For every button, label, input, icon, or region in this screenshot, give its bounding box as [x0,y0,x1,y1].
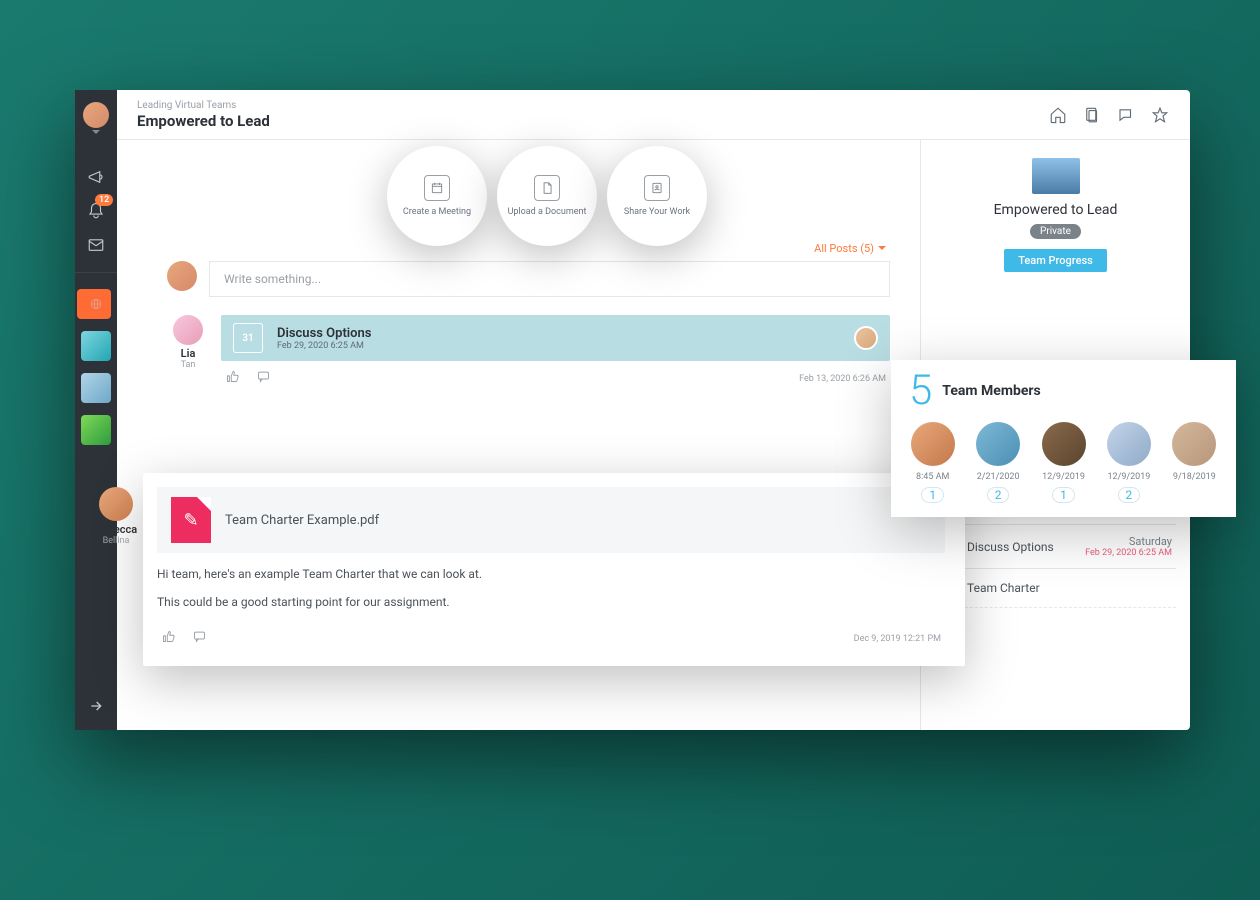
team-name: Empowered to Lead [935,202,1176,218]
todo-item[interactable]: Discuss Options SaturdayFeb 29, 2020 6:2… [935,524,1176,568]
comment-button[interactable] [256,369,271,388]
like-button[interactable] [225,369,240,388]
breadcrumb: Leading Virtual Teams [137,100,270,111]
content-row: Create a Meeting Upload a Document Share… [117,140,1190,730]
like-button[interactable] [161,629,176,648]
expand-rail-icon[interactable] [88,686,104,730]
workspace-thumb-3[interactable] [81,373,111,403]
workspace-thumb-4[interactable] [81,415,111,445]
avatar[interactable] [99,487,133,521]
create-meeting-button[interactable]: Create a Meeting [387,146,487,246]
members-row: 8:45 AM1 2/21/20202 12/9/20191 12/9/2019… [905,422,1222,503]
compose-avatar [167,261,197,291]
timestamp: Feb 13, 2020 6:26 AM [799,374,886,384]
file-attachment[interactable]: ✎ Team Charter Example.pdf [157,487,945,553]
header: Leading Virtual Teams Empowered to Lead [117,90,1190,140]
upload-doc-button[interactable]: Upload a Document [497,146,597,246]
share-work-button[interactable]: Share Your Work [607,146,707,246]
rail-divider [75,272,117,273]
main-area: Leading Virtual Teams Empowered to Lead … [117,90,1190,730]
quick-actions: Create a Meeting Upload a Document Share… [387,146,707,246]
member[interactable]: 2/21/20202 [970,422,1025,503]
workspace-thumb-2[interactable] [81,331,111,361]
attendee-avatar [854,326,878,350]
user-avatar[interactable] [83,102,109,128]
privacy-badge: Private [1030,224,1081,239]
timestamp: Dec 9, 2019 12:21 PM [854,634,941,644]
app-window: 12 Leading Virtual Teams Empowered to Le… [75,90,1190,730]
comment-button[interactable] [192,629,207,648]
compose-row: Write something... [167,261,890,297]
member[interactable]: 8:45 AM1 [905,422,960,503]
mail-icon[interactable] [85,234,107,256]
members-card: 5 Team Members 8:45 AM1 2/21/20202 12/9/… [891,360,1236,517]
member[interactable]: 12/9/20192 [1101,422,1156,503]
page-title: Empowered to Lead [137,112,270,130]
members-count: 5 [909,370,932,412]
share-icon [644,175,670,201]
announce-icon[interactable] [85,166,107,188]
notifications-icon[interactable]: 12 [85,200,107,222]
member[interactable]: 9/18/2019 [1167,422,1222,503]
team-thumbnail [1032,158,1080,194]
event-card[interactable]: 31 Discuss Options Feb 29, 2020 6:25 AM [221,315,890,361]
post-rebecca: Rebecca Bellina ✎ Team Charter Example.p… [143,473,965,666]
calendar-icon [424,175,450,201]
star-icon[interactable] [1150,105,1170,125]
calendar-icon: 31 [233,323,263,353]
post-lia: Lia Tan 31 Discuss Options Feb 29, 2020 … [167,315,890,396]
pdf-icon: ✎ [171,497,211,543]
team-progress-button[interactable]: Team Progress [1004,249,1107,272]
header-actions [1048,105,1170,125]
avatar[interactable] [173,315,203,345]
document-icon [534,175,560,201]
workspace-thumb-1[interactable] [81,289,111,319]
notif-badge: 12 [95,194,113,206]
todo-item[interactable]: Team Charter [935,568,1176,607]
member[interactable]: 12/9/20191 [1036,422,1091,503]
home-icon[interactable] [1048,105,1068,125]
docs-icon[interactable] [1082,105,1102,125]
feed: Create a Meeting Upload a Document Share… [117,140,920,730]
compose-input[interactable]: Write something... [209,261,890,297]
chat-icon[interactable] [1116,105,1136,125]
